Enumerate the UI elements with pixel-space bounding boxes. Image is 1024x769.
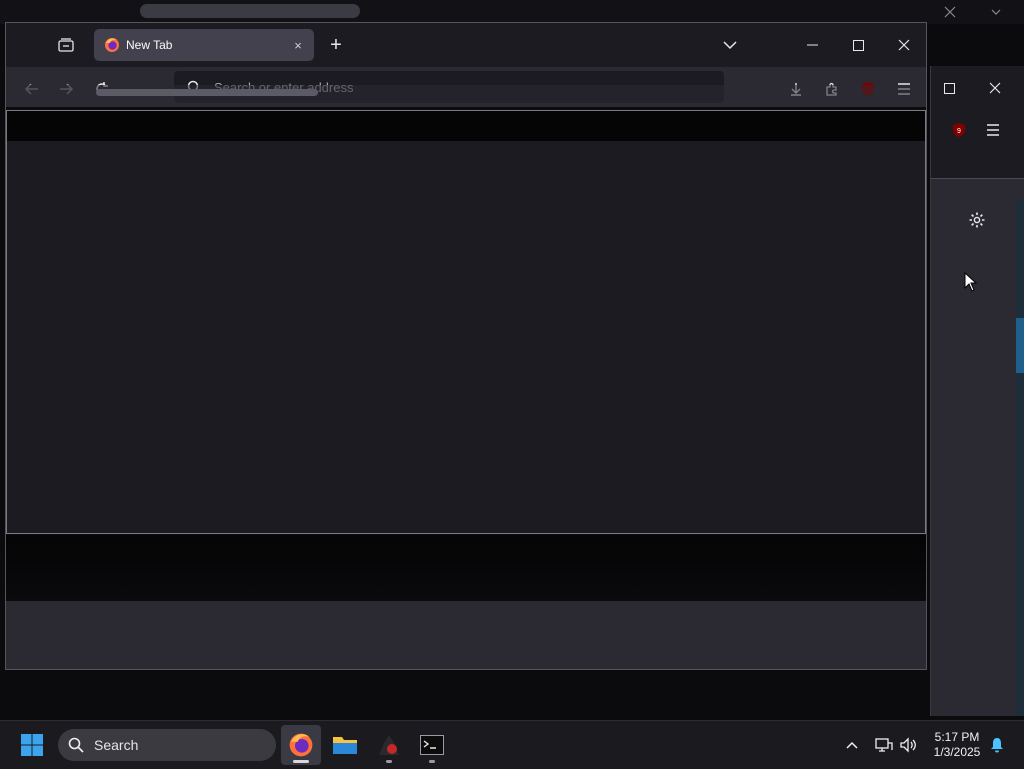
tab-bar: New Tab × + [6,23,926,67]
background-toolbar: 9 [931,66,1024,178]
active-indicator [293,760,309,763]
file-explorer-icon [333,737,357,754]
running-indicator [429,760,435,763]
tab-list-icon[interactable] [50,33,82,57]
svg-text:9: 9 [957,128,961,135]
terminal-icon [420,735,444,755]
clock-time: 5:17 PM [934,730,980,744]
maximize-button[interactable] [844,33,872,57]
network-icon[interactable] [872,733,896,757]
window-shadow-gap [6,535,926,601]
background-scrollbar-thumb [140,4,360,18]
tab-new-tab[interactable]: New Tab × [94,29,314,61]
toolbar-scrollbar-thumb[interactable] [96,89,318,96]
clock-date: 1/3/2025 [933,745,981,759]
taskbar-file-explorer[interactable] [325,725,365,765]
taskbar-search[interactable]: Search [58,729,276,761]
firefox-window: New Tab × + Search or ent [5,22,927,670]
firefox-icon [289,733,313,757]
windows-start-icon[interactable] [14,729,50,761]
page-content[interactable] [7,141,925,534]
minimize-button[interactable] [798,33,826,57]
background-close-icon[interactable] [981,76,1009,100]
background-right-edge [1016,200,1024,716]
new-tab-button[interactable]: + [322,33,350,57]
background-selection-strip [1016,318,1024,373]
page-top-bar [6,110,926,142]
volume-icon[interactable] [896,733,920,757]
background-maximize-icon[interactable] [935,76,963,100]
chevron-up-icon[interactable] [840,733,864,757]
close-window-button[interactable] [890,33,918,57]
menu-icon[interactable] [981,118,1005,142]
ublock-icon[interactable]: 9 [947,118,971,142]
taskbar-search-label: Search [94,737,139,753]
tab-title: New Tab [126,38,173,52]
list-all-tabs-chevron-icon[interactable] [716,33,744,57]
taskbar-app-red[interactable] [369,725,409,765]
background-divider [931,178,1024,179]
background-chevron-icon [984,4,1008,20]
background-window-titlebar [0,0,1024,24]
lower-panel [6,601,926,669]
mouse-cursor-icon [961,270,981,294]
app-icon [379,735,399,755]
taskbar-terminal[interactable] [412,725,452,765]
firefox-icon [104,37,120,53]
notification-bell-icon[interactable] [986,733,1008,757]
taskbar: Search 5:17 PM 1/3/2025 [0,720,1024,769]
system-clock[interactable]: 5:17 PM 1/3/2025 [926,730,988,760]
background-close-icon[interactable] [938,4,962,20]
taskbar-firefox[interactable] [281,725,321,765]
running-indicator [386,760,392,763]
background-browser-window: 9 [930,66,1024,716]
tab-close-button[interactable]: × [288,35,308,55]
search-icon [66,735,86,755]
settings-gear-icon[interactable] [963,206,991,234]
